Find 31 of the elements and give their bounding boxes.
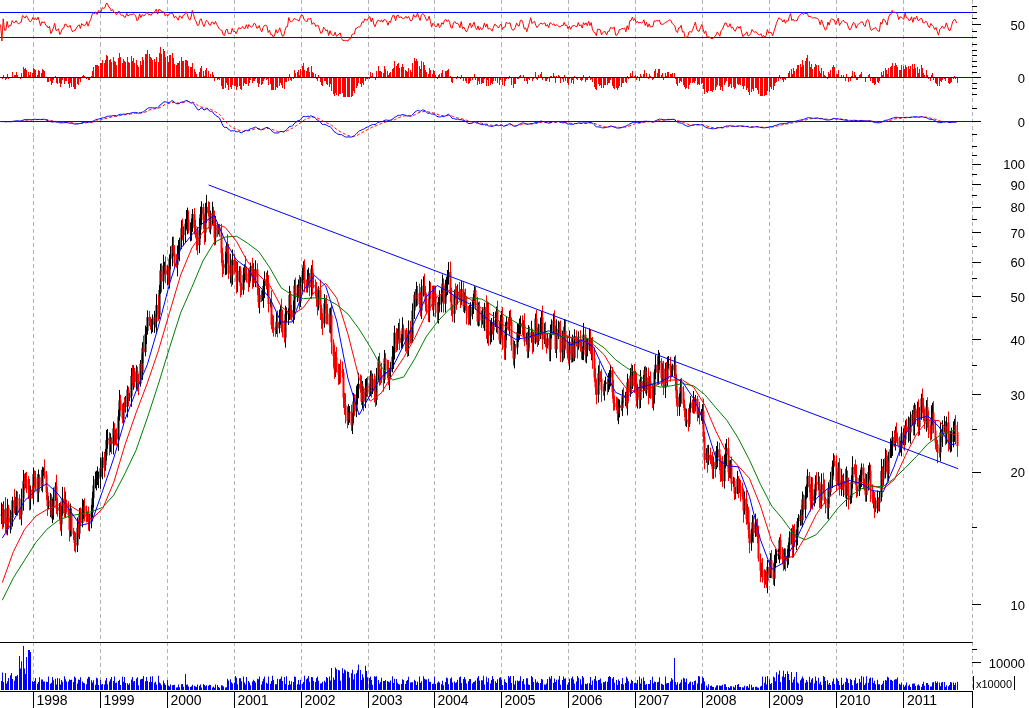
year-label: 2001 (237, 692, 269, 708)
year-label: 2005 (504, 692, 536, 708)
axis-label: 10 (1010, 597, 1025, 613)
axis-label: 0 (1017, 70, 1025, 86)
axis-label: 50 (1010, 290, 1025, 305)
year-label: 2007 (638, 692, 670, 708)
y-axis (971, 43, 982, 98)
year-label: 1999 (103, 692, 135, 708)
axis-label: 50 (1010, 17, 1025, 33)
axis-label: 90 (1010, 177, 1025, 193)
axis-label: 30 (1010, 387, 1025, 403)
axis-label: 100 (1003, 157, 1025, 173)
year-label: 2010 (839, 692, 871, 708)
year-label: 2003 (371, 692, 403, 708)
year-label: 2011 (906, 692, 938, 708)
year-label: 2004 (437, 692, 469, 708)
year-label: 2006 (571, 692, 603, 708)
year-label: 1998 (36, 692, 68, 708)
axis-label: 80 (1010, 200, 1025, 216)
axis-label: 20 (1010, 465, 1025, 481)
axis-label: 10000 (988, 655, 1025, 671)
axis-label: 70 (1010, 225, 1025, 241)
year-label: 2009 (772, 692, 804, 708)
y-axis (971, 0, 982, 43)
year-label: 2008 (705, 692, 737, 708)
axis-label: 0 (1017, 114, 1025, 130)
year-label: 2000 (170, 692, 202, 708)
unit-label: x10000 (973, 675, 1015, 691)
axis-label: 60 (1010, 255, 1025, 271)
axis-label: 40 (1010, 332, 1025, 348)
year-label: 2002 (304, 692, 336, 708)
